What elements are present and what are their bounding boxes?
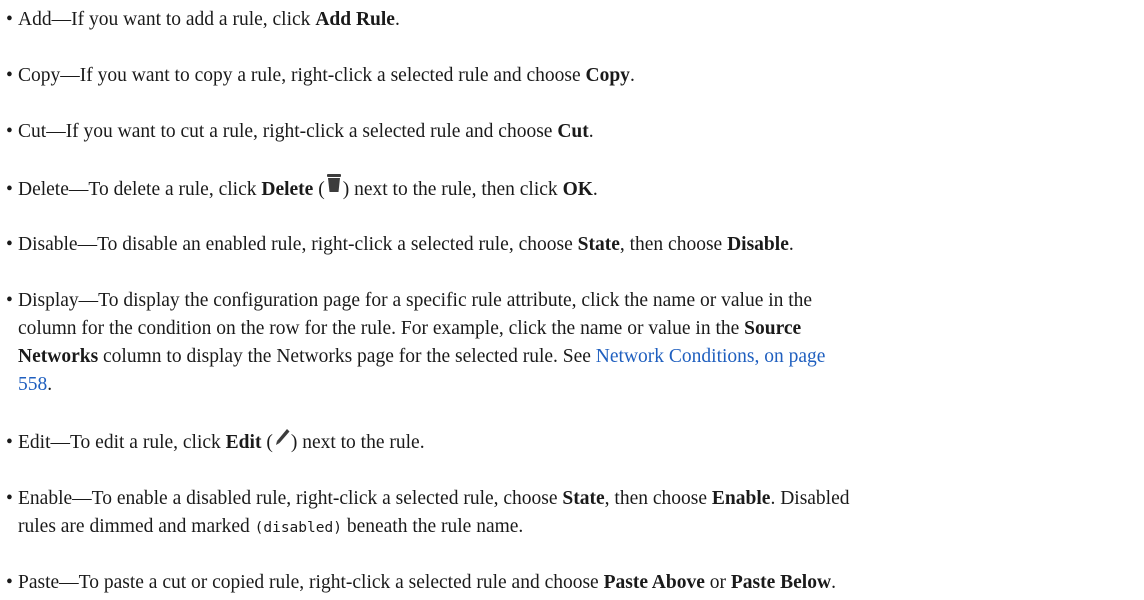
item-term: Paste [18, 572, 60, 593]
item-tail: . [788, 234, 794, 255]
item-tail: . Disabled [770, 488, 850, 509]
bullet: • [6, 65, 13, 86]
enable-line-2: rules are dimmed and marked (disabled) b… [6, 513, 1134, 542]
bullet: • [6, 121, 13, 142]
network-conditions-link-page[interactable]: 558 [18, 374, 47, 395]
state-label: State [562, 488, 605, 509]
edit-label: Edit [225, 432, 262, 453]
display-line-4: 558. [6, 371, 1134, 399]
item-tail: . [394, 9, 400, 30]
networks-label: Networks [18, 346, 99, 367]
trash-icon [325, 172, 343, 203]
item-term: Delete [18, 178, 69, 200]
item-text: —To enable a disabled rule, right-click … [72, 488, 563, 509]
paste-below-label: Paste Below [730, 572, 832, 593]
item-term: Add [18, 9, 52, 30]
item-text: —To edit a rule, click [50, 432, 226, 453]
item-tail: . [831, 572, 836, 593]
bullet: • [6, 9, 13, 30]
delete-label: Delete [261, 178, 314, 200]
display-line-2: column for the condition on the row for … [6, 315, 1134, 343]
item-tail: . [592, 178, 598, 200]
list-item-edit: • Edit—To edit a rule, click Edit () next… [6, 429, 1134, 458]
item-text-line1: —To display the configuration page for a… [78, 290, 813, 311]
source-label: Source [744, 318, 802, 339]
cut-label: Cut [557, 121, 589, 142]
list-item-copy: • Copy—If you want to copy a rule, right-… [6, 62, 1134, 90]
list-item-enable: • Enable—To enable a disabled rule, right… [6, 485, 1134, 542]
item-text: —If you want to cut a rule, right-click … [46, 121, 558, 142]
item-term: Enable [18, 488, 73, 509]
list-item-disable: • Disable—To disable an enabled rule, rig… [6, 231, 1134, 259]
bullet: • [6, 178, 13, 200]
disabled-code: (disabled) [254, 520, 342, 536]
paste-above-label: Paste Above [603, 572, 705, 593]
item-text: —To disable an enabled rule, right-click… [77, 234, 578, 255]
list-item-paste: • Paste—To paste a cut or copied rule, ri… [6, 569, 1134, 597]
item-text: —To paste a cut or copied rule, right-cl… [59, 572, 604, 593]
bullet: • [6, 572, 13, 593]
bullet: • [6, 488, 13, 509]
item-text-line2: column for the condition on the row for … [18, 318, 745, 339]
item-mid: or [704, 572, 731, 593]
ok-label: OK [562, 178, 593, 200]
copy-label: Copy [585, 65, 630, 86]
item-term: Display [18, 290, 79, 311]
bullet: • [6, 432, 13, 453]
pencil-icon [273, 426, 291, 455]
item-text: —If you want to copy a rule, right-click… [60, 65, 586, 86]
state-label: State [577, 234, 620, 255]
bullet: • [6, 290, 13, 311]
network-conditions-link[interactable]: Network Conditions, on page [596, 346, 826, 367]
list-item-add: • Add—If you want to add a rule, click Ad… [6, 6, 1134, 34]
item-tail: . [588, 121, 594, 142]
item-term: Copy [18, 65, 61, 86]
rule-actions-list: • Add—If you want to add a rule, click Ad… [0, 0, 1144, 600]
enable-label: Enable [711, 488, 771, 509]
item-term: Cut [18, 121, 47, 142]
item-tail: . [47, 374, 53, 395]
add-rule-label: Add Rule [315, 9, 395, 30]
item-term: Edit [18, 432, 51, 453]
list-item-display: • Display—To display the configuration pa… [6, 287, 1134, 399]
item-tail: . [629, 65, 635, 86]
bullet: • [6, 234, 13, 255]
list-item-delete: • Delete—To delete a rule, click Delete (… [6, 172, 1134, 206]
item-text-line2-tail: beneath the rule name. [341, 516, 524, 537]
item-text: —To delete a rule, click [68, 178, 262, 200]
item-mid: next to the rule, then click [349, 178, 563, 200]
disable-label: Disable [727, 234, 789, 255]
item-mid: , then choose [619, 234, 728, 255]
item-text-line2: rules are dimmed and marked [18, 516, 255, 537]
item-term: Disable [18, 234, 78, 255]
item-mid: , then choose [604, 488, 712, 509]
item-text-line3: column to display the Networks page for … [98, 346, 596, 367]
display-line-3: Networks column to display the Networks … [6, 343, 1134, 371]
item-text: —If you want to add a rule, click [51, 9, 316, 30]
item-mid: next to the rule. [297, 432, 425, 453]
list-item-cut: • Cut—If you want to cut a rule, right-cl… [6, 118, 1134, 146]
